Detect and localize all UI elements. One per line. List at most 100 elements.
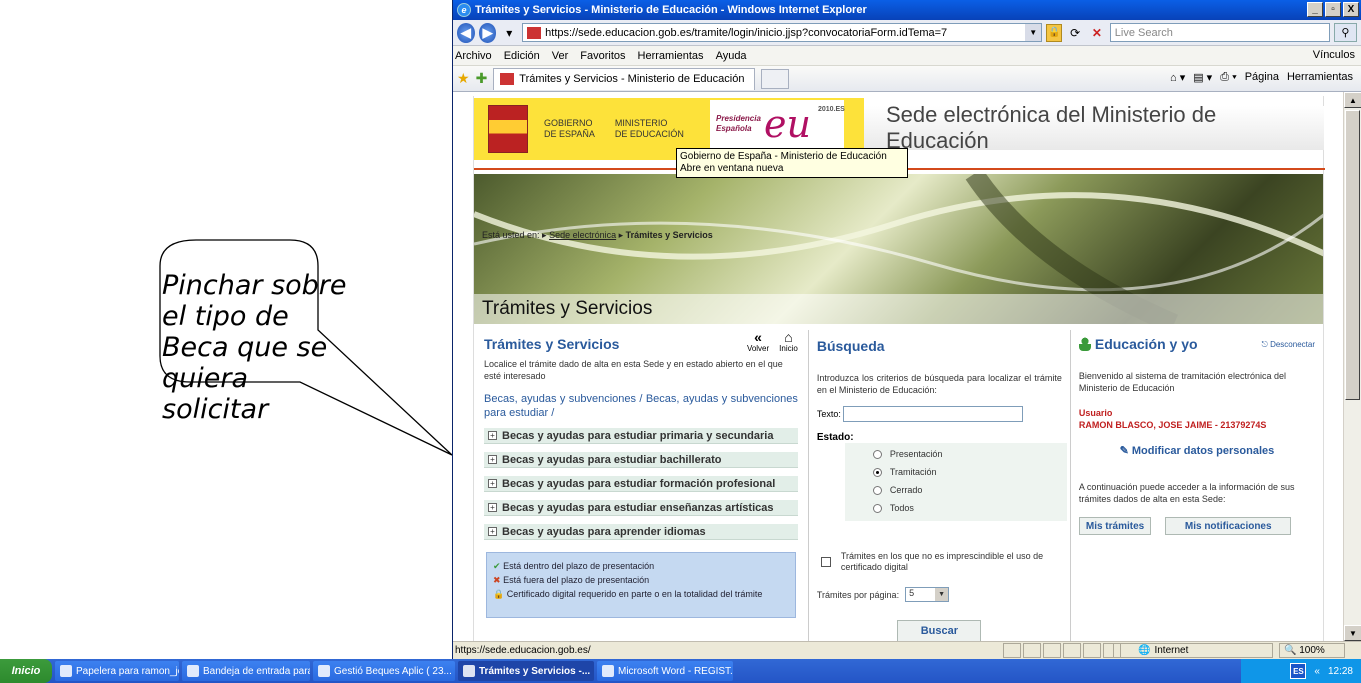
- busqueda-intro: Introduzca los criterios de búsqueda par…: [816, 373, 1062, 395]
- task-papelera[interactable]: Papelera para ramon_jos...: [55, 661, 179, 681]
- vertical-scrollbar[interactable]: ▲ ▼: [1343, 92, 1361, 641]
- url-dropdown-icon[interactable]: ▼: [1025, 24, 1042, 41]
- task-bandeja[interactable]: Bandeja de entrada para...: [182, 661, 310, 681]
- tools-menu[interactable]: Herramientas: [1287, 71, 1353, 84]
- forward-button[interactable]: ▶: [478, 22, 497, 43]
- volver-button[interactable]: «Volver: [747, 330, 769, 353]
- expand-icon: +: [488, 431, 497, 440]
- radio-todos[interactable]: Todos: [872, 499, 1067, 517]
- maximize-button[interactable]: ▫: [1325, 2, 1341, 17]
- callout: Pinchar sobre el tipo de Beca que se qui…: [0, 0, 460, 683]
- gobierno-text: GOBIERNO DE ESPAÑA: [544, 118, 595, 139]
- menu-ayuda[interactable]: Ayuda: [716, 50, 747, 62]
- scroll-thumb[interactable]: [1345, 110, 1360, 400]
- taskbar: Inicio Papelera para ramon_jos... Bandej…: [0, 659, 1361, 683]
- inicio-button[interactable]: ⌂ Inicio: [779, 330, 798, 353]
- modificar-datos-link[interactable]: ✎ Modificar datos personales: [1079, 444, 1315, 457]
- task-gestio[interactable]: Gestió Beques Aplic ( 23...: [313, 661, 455, 681]
- favorites-star-icon[interactable]: ★: [457, 70, 470, 87]
- tooltip: Gobierno de España - Ministerio de Educa…: [676, 148, 908, 178]
- category-idiomas[interactable]: + Becas y ayudas para aprender idiomas: [484, 524, 798, 540]
- url-field[interactable]: https://sede.educacion.gob.es/tramite/lo…: [522, 23, 1043, 42]
- command-bar: ⌂ ▾ ▤ ▾ ⎙ ▾ Página Herramientas: [1170, 71, 1353, 84]
- category-bachillerato[interactable]: + Becas y ayudas para estudiar bachillera…: [484, 452, 798, 468]
- history-dropdown-icon[interactable]: ▾: [500, 24, 518, 42]
- perpage-select[interactable]: 5 ▼: [905, 587, 950, 602]
- estado-label: Estado:: [816, 432, 854, 443]
- desconectar-link[interactable]: ⎋ Desconectar: [1262, 340, 1315, 350]
- estado-options: Presentación Tramitación Cerrado Todos: [844, 443, 1067, 521]
- start-button[interactable]: Inicio: [0, 659, 52, 683]
- window-title: Trámites y Servicios - Ministerio de Edu…: [475, 4, 867, 16]
- zoom-control[interactable]: 🔍 100%: [1279, 643, 1345, 658]
- chevron-down-icon: ▼: [935, 588, 949, 601]
- welcome-text: Bienvenido al sistema de tramitación ele…: [1078, 371, 1286, 393]
- status-bar: https://sede.educacion.gob.es/ 🌐 Internet…: [453, 641, 1361, 659]
- busqueda-title: Búsqueda: [816, 338, 885, 354]
- mis-tramites-button[interactable]: Mis trámites: [1078, 517, 1152, 535]
- buscar-button[interactable]: Buscar: [897, 620, 982, 641]
- task-tramites[interactable]: Trámites y Servicios -...: [458, 661, 594, 681]
- category-ensenanzas-artisticas[interactable]: + Becas y ayudas para estudiar enseñanzas…: [484, 500, 798, 516]
- system-tray: ES « 12:28: [1241, 659, 1361, 683]
- mis-notificaciones-button[interactable]: Mis notificaciones: [1165, 517, 1292, 535]
- feeds-icon[interactable]: ▤ ▾: [1193, 71, 1212, 84]
- category-primaria-secundaria[interactable]: + Becas y ayudas para estudiar primaria y…: [484, 428, 798, 444]
- expand-icon: +: [488, 527, 497, 536]
- radio-tramitacion[interactable]: Tramitación: [872, 463, 1067, 481]
- menu-favoritos[interactable]: Favoritos: [580, 50, 625, 62]
- menu-herramientas[interactable]: Herramientas: [638, 50, 704, 62]
- year-text: 2010.ES: [818, 106, 845, 113]
- scroll-up-icon[interactable]: ▲: [1344, 92, 1361, 108]
- search-input[interactable]: Live Search: [1109, 23, 1330, 42]
- expand-icon: +: [488, 455, 497, 464]
- site-title: Sede electrónica del Ministerio de Educa…: [864, 102, 1324, 153]
- tramites-column: Trámites y Servicios «Volver ⌂ Inicio Loc…: [474, 330, 809, 641]
- print-icon[interactable]: ⎙ ▾: [1220, 71, 1236, 84]
- links-menu[interactable]: Vínculos: [1313, 49, 1355, 61]
- menu-archivo[interactable]: Archivo: [455, 50, 492, 62]
- add-favorites-icon[interactable]: ✚: [476, 70, 488, 87]
- radio-cerrado[interactable]: Cerrado: [872, 481, 1067, 499]
- category-path: Becas, ayudas y subvenciones / Becas, ay…: [484, 393, 798, 419]
- minimize-button[interactable]: _: [1307, 2, 1323, 17]
- hero-image: Está usted en: ▸ Sede electrónica ▸ Trám…: [474, 174, 1323, 324]
- site-banner: GOBIERNO DE ESPAÑA MINISTERIO DE EDUCACI…: [474, 96, 1325, 178]
- scroll-down-icon[interactable]: ▼: [1344, 625, 1361, 641]
- check-icon: ✔: [493, 561, 501, 571]
- stop-icon[interactable]: ✕: [1088, 24, 1106, 42]
- new-tab-button[interactable]: [761, 68, 790, 89]
- tab-tramites[interactable]: Trámites y Servicios - Ministerio de Edu…: [493, 67, 756, 90]
- breadcrumb: Está usted en: ▸ Sede electrónica ▸ Trám…: [482, 230, 713, 240]
- back-button[interactable]: ◀: [457, 22, 475, 43]
- task-word[interactable]: Microsoft Word - REGIST...: [597, 661, 733, 681]
- texto-input[interactable]: [842, 406, 1023, 422]
- close-button[interactable]: X: [1343, 2, 1359, 17]
- security-zone: 🌐 Internet: [1113, 643, 1273, 658]
- certificado-label: Trámites en los que no es imprescindible…: [840, 551, 1044, 572]
- language-indicator[interactable]: ES: [1290, 663, 1307, 679]
- clock: 12:28: [1327, 665, 1353, 677]
- email-icon: [60, 665, 72, 677]
- word-icon: [602, 665, 614, 677]
- user-name: RAMON BLASCO, JOSE JAIME - 21379274S: [1078, 420, 1267, 430]
- radio-presentacion[interactable]: Presentación: [872, 445, 1067, 463]
- menu-edicion[interactable]: Edición: [504, 50, 540, 62]
- refresh-icon[interactable]: ⟳: [1066, 24, 1084, 42]
- page-menu[interactable]: Página: [1245, 71, 1279, 84]
- breadcrumb-home-link[interactable]: Sede electrónica: [549, 230, 616, 240]
- email-icon: [187, 665, 199, 677]
- tray-expand-icon[interactable]: «: [1314, 666, 1320, 677]
- category-formacion-profesional[interactable]: + Becas y ayudas para estudiar formación …: [484, 476, 798, 492]
- page-title: Trámites y Servicios: [474, 294, 1323, 324]
- texto-label: Texto:: [816, 409, 841, 419]
- tramites-intro: Localice el trámite dado de alta en esta…: [484, 359, 783, 381]
- address-bar: ◀ ▶ ▾ https://sede.educacion.gob.es/tram…: [453, 20, 1361, 46]
- menu-ver[interactable]: Ver: [552, 50, 569, 62]
- certificado-checkbox[interactable]: [820, 557, 831, 567]
- lock-icon[interactable]: 🔒: [1046, 23, 1063, 42]
- search-icon[interactable]: ⚲: [1333, 23, 1358, 42]
- home-icon[interactable]: ⌂ ▾: [1170, 71, 1185, 84]
- cross-icon: ✖: [493, 575, 501, 585]
- ie-window: e Trámites y Servicios - Ministerio de E…: [452, 0, 1361, 683]
